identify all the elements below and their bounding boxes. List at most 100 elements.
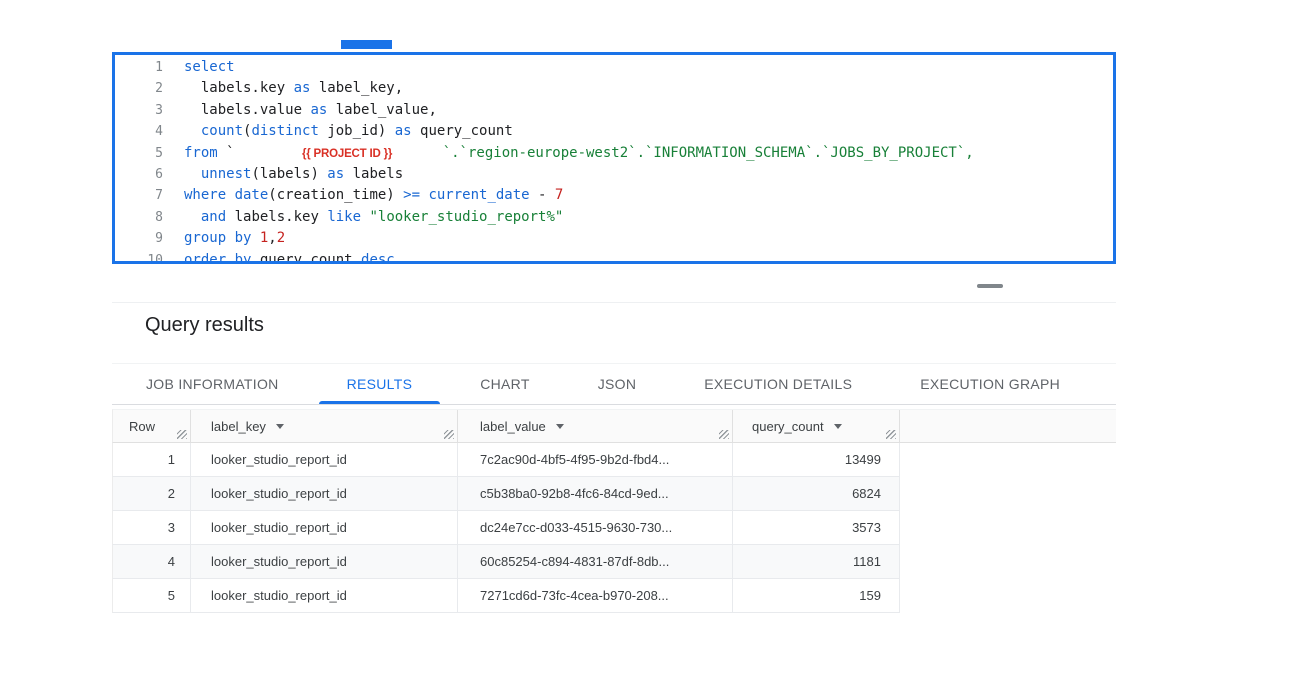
line-number: 1 [115,57,163,78]
code-line: 5from ` {{ PROJECT ID }} `.`region-europ… [115,143,1113,164]
line-number: 3 [115,100,163,121]
panel-divider [112,302,1116,303]
code-line: 6 unnest(labels) as labels [115,164,1113,185]
cell-label-key: looker_studio_report_id [191,511,458,544]
project-id-badge: {{ PROJECT ID }} [302,148,392,160]
code-token: labels.key [184,80,294,96]
line-number: 9 [115,228,163,249]
table-row[interactable]: 1looker_studio_report_id7c2ac90d-4bf5-4f… [112,443,900,477]
code-token: labels.key [226,209,327,225]
code-token [392,145,443,161]
cell-label-value: 7271cd6d-73fc-4cea-b970-208... [458,579,733,612]
code-token: , [268,230,276,246]
code-token: and [201,209,226,225]
code-token: select [184,59,235,75]
code-token: unnest [201,166,252,182]
column-header-row[interactable]: Row [113,410,191,442]
line-number: 6 [115,164,163,185]
code-token: as [294,80,311,96]
tab-results[interactable]: RESULTS [313,364,447,404]
code-text: unnest(labels) as labels [184,164,403,185]
column-header-label: label_value [480,419,546,434]
column-resize-icon[interactable] [886,430,896,439]
dropdown-arrow-icon[interactable] [276,424,284,429]
table-row[interactable]: 2looker_studio_report_idc5b38ba0-92b8-4f… [112,477,900,511]
cell-label-key: looker_studio_report_id [191,579,458,612]
cell-query-count: 1181 [733,545,900,578]
column-resize-icon[interactable] [177,430,187,439]
cell-label-value: 7c2ac90d-4bf5-4f95-9b2d-fbd4... [458,443,733,476]
cell-label-value: 60c85254-c894-4831-87df-8db... [458,545,733,578]
cell-label-value: c5b38ba0-92b8-4fc6-84cd-9ed... [458,477,733,510]
table-body: 1looker_studio_report_id7c2ac90d-4bf5-4f… [112,443,1116,613]
cell-row-number: 1 [113,443,191,476]
line-number: 8 [115,207,163,228]
code-text: group by 1,2 [184,228,285,249]
column-header-label: Row [129,419,155,434]
code-token: current_date [428,187,529,203]
code-line: 8 and labels.key like "looker_studio_rep… [115,207,1113,228]
code-text: count(distinct job_id) as query_count [184,121,513,142]
tab-execution-graph[interactable]: EXECUTION GRAPH [886,364,1094,404]
table-row[interactable]: 5looker_studio_report_id7271cd6d-73fc-4c… [112,579,900,613]
dropdown-arrow-icon[interactable] [834,424,842,429]
table-row[interactable]: 4looker_studio_report_id60c85254-c894-48… [112,545,900,579]
code-token: count [201,123,243,139]
code-token: distinct [251,123,318,139]
cell-label-key: looker_studio_report_id [191,443,458,476]
code-line: 1 select [115,57,1113,78]
tab-job-information[interactable]: JOB INFORMATION [112,364,313,404]
code-token: from [184,145,226,161]
code-line: 2 labels.key as label_key, [115,78,1113,99]
code-token: 2 [277,230,285,246]
code-token: - [530,187,555,203]
cell-query-count: 13499 [733,443,900,476]
results-table: Row label_key label_value query_count 1l… [112,409,1116,613]
code-token: "looker_studio_report%" [369,209,563,225]
tab-json[interactable]: JSON [564,364,671,404]
cell-query-count: 3573 [733,511,900,544]
column-header-query-count[interactable]: query_count [733,410,900,442]
code-token: as [310,102,327,118]
column-header-label-value[interactable]: label_value [458,410,733,442]
code-token: as [395,123,412,139]
code-line: 10 order by query_count desc [115,250,1113,264]
code-token: order by [184,252,251,264]
cell-row-number: 3 [113,511,191,544]
code-token: labels [344,166,403,182]
code-text: order by query_count desc [184,250,395,264]
code-token: job_id) [319,123,395,139]
code-text: and labels.key like "looker_studio_repor… [184,207,563,228]
column-header-label: label_key [211,419,266,434]
line-number: 10 [115,250,163,264]
column-header-label-key[interactable]: label_key [191,410,458,442]
code-token: where [184,187,235,203]
code-text: from ` {{ PROJECT ID }} `.`region-europe… [184,143,974,164]
code-line: 9 group by 1,2 [115,228,1113,249]
code-token: as [327,166,344,182]
code-token [184,166,201,182]
cell-row-number: 4 [113,545,191,578]
code-token: date [235,187,269,203]
code-token: `.`region-europe-west2`.`INFORMATION_SCH… [443,145,974,161]
query-results-title: Query results [145,314,264,337]
tab-execution-details[interactable]: EXECUTION DETAILS [670,364,886,404]
dropdown-arrow-icon[interactable] [556,424,564,429]
cell-label-key: looker_studio_report_id [191,545,458,578]
cell-row-number: 5 [113,579,191,612]
code-token: 7 [555,187,563,203]
code-line: 7where date(creation_time) >= current_da… [115,185,1113,206]
column-resize-icon[interactable] [444,430,454,439]
code-text: labels.key as label_key, [184,78,403,99]
tab-chart[interactable]: CHART [446,364,563,404]
code-token: >= [403,187,428,203]
panel-resize-handle[interactable] [977,284,1003,288]
code-text: select [184,57,235,78]
code-text: where date(creation_time) >= current_dat… [184,185,563,206]
table-row[interactable]: 3looker_studio_report_iddc24e7cc-d033-45… [112,511,900,545]
code-token [184,123,201,139]
table-header-filler [900,410,1116,442]
column-resize-icon[interactable] [719,430,729,439]
sql-editor[interactable]: 1select2 labels.key as label_key,3 label… [112,52,1116,264]
line-number: 2 [115,78,163,99]
